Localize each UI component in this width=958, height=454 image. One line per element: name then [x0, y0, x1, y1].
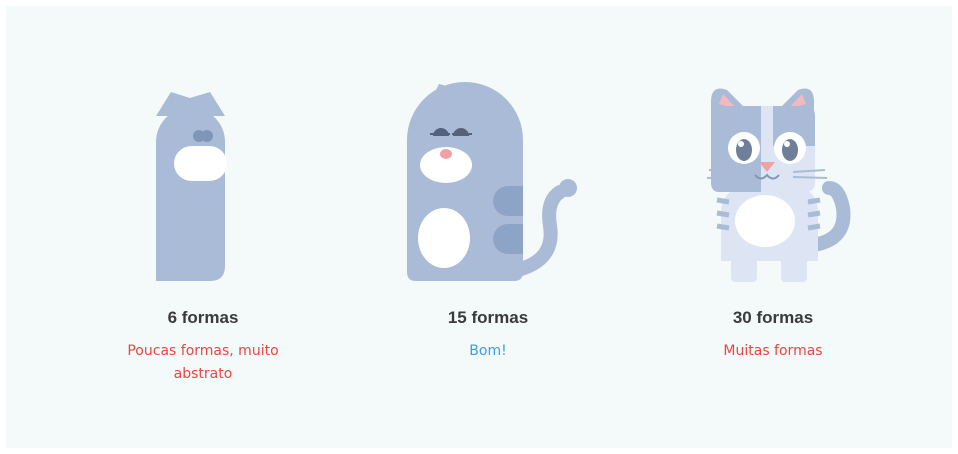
cat-30-shapes-icon [706, 88, 851, 282]
card-title: 6 formas [167, 308, 239, 327]
comparison-panel: 6 formas Poucas formas, muito abstrato 1… [6, 6, 952, 448]
cat-6-shapes-icon [156, 92, 227, 281]
card-30-shapes: 30 formas Muitas formas [623, 6, 923, 448]
card-6-shapes: 6 formas Poucas formas, muito abstrato [53, 6, 353, 448]
card-note: Poucas formas, muito abstrato [127, 343, 279, 382]
card-15-shapes: 15 formas Bom! [338, 6, 638, 448]
card-note: Bom! [469, 343, 507, 359]
card-title: 15 formas [447, 308, 529, 327]
cat-15-shapes-icon [407, 82, 577, 281]
card-note: Muitas formas [723, 343, 823, 359]
card-title: 30 formas [732, 308, 814, 327]
